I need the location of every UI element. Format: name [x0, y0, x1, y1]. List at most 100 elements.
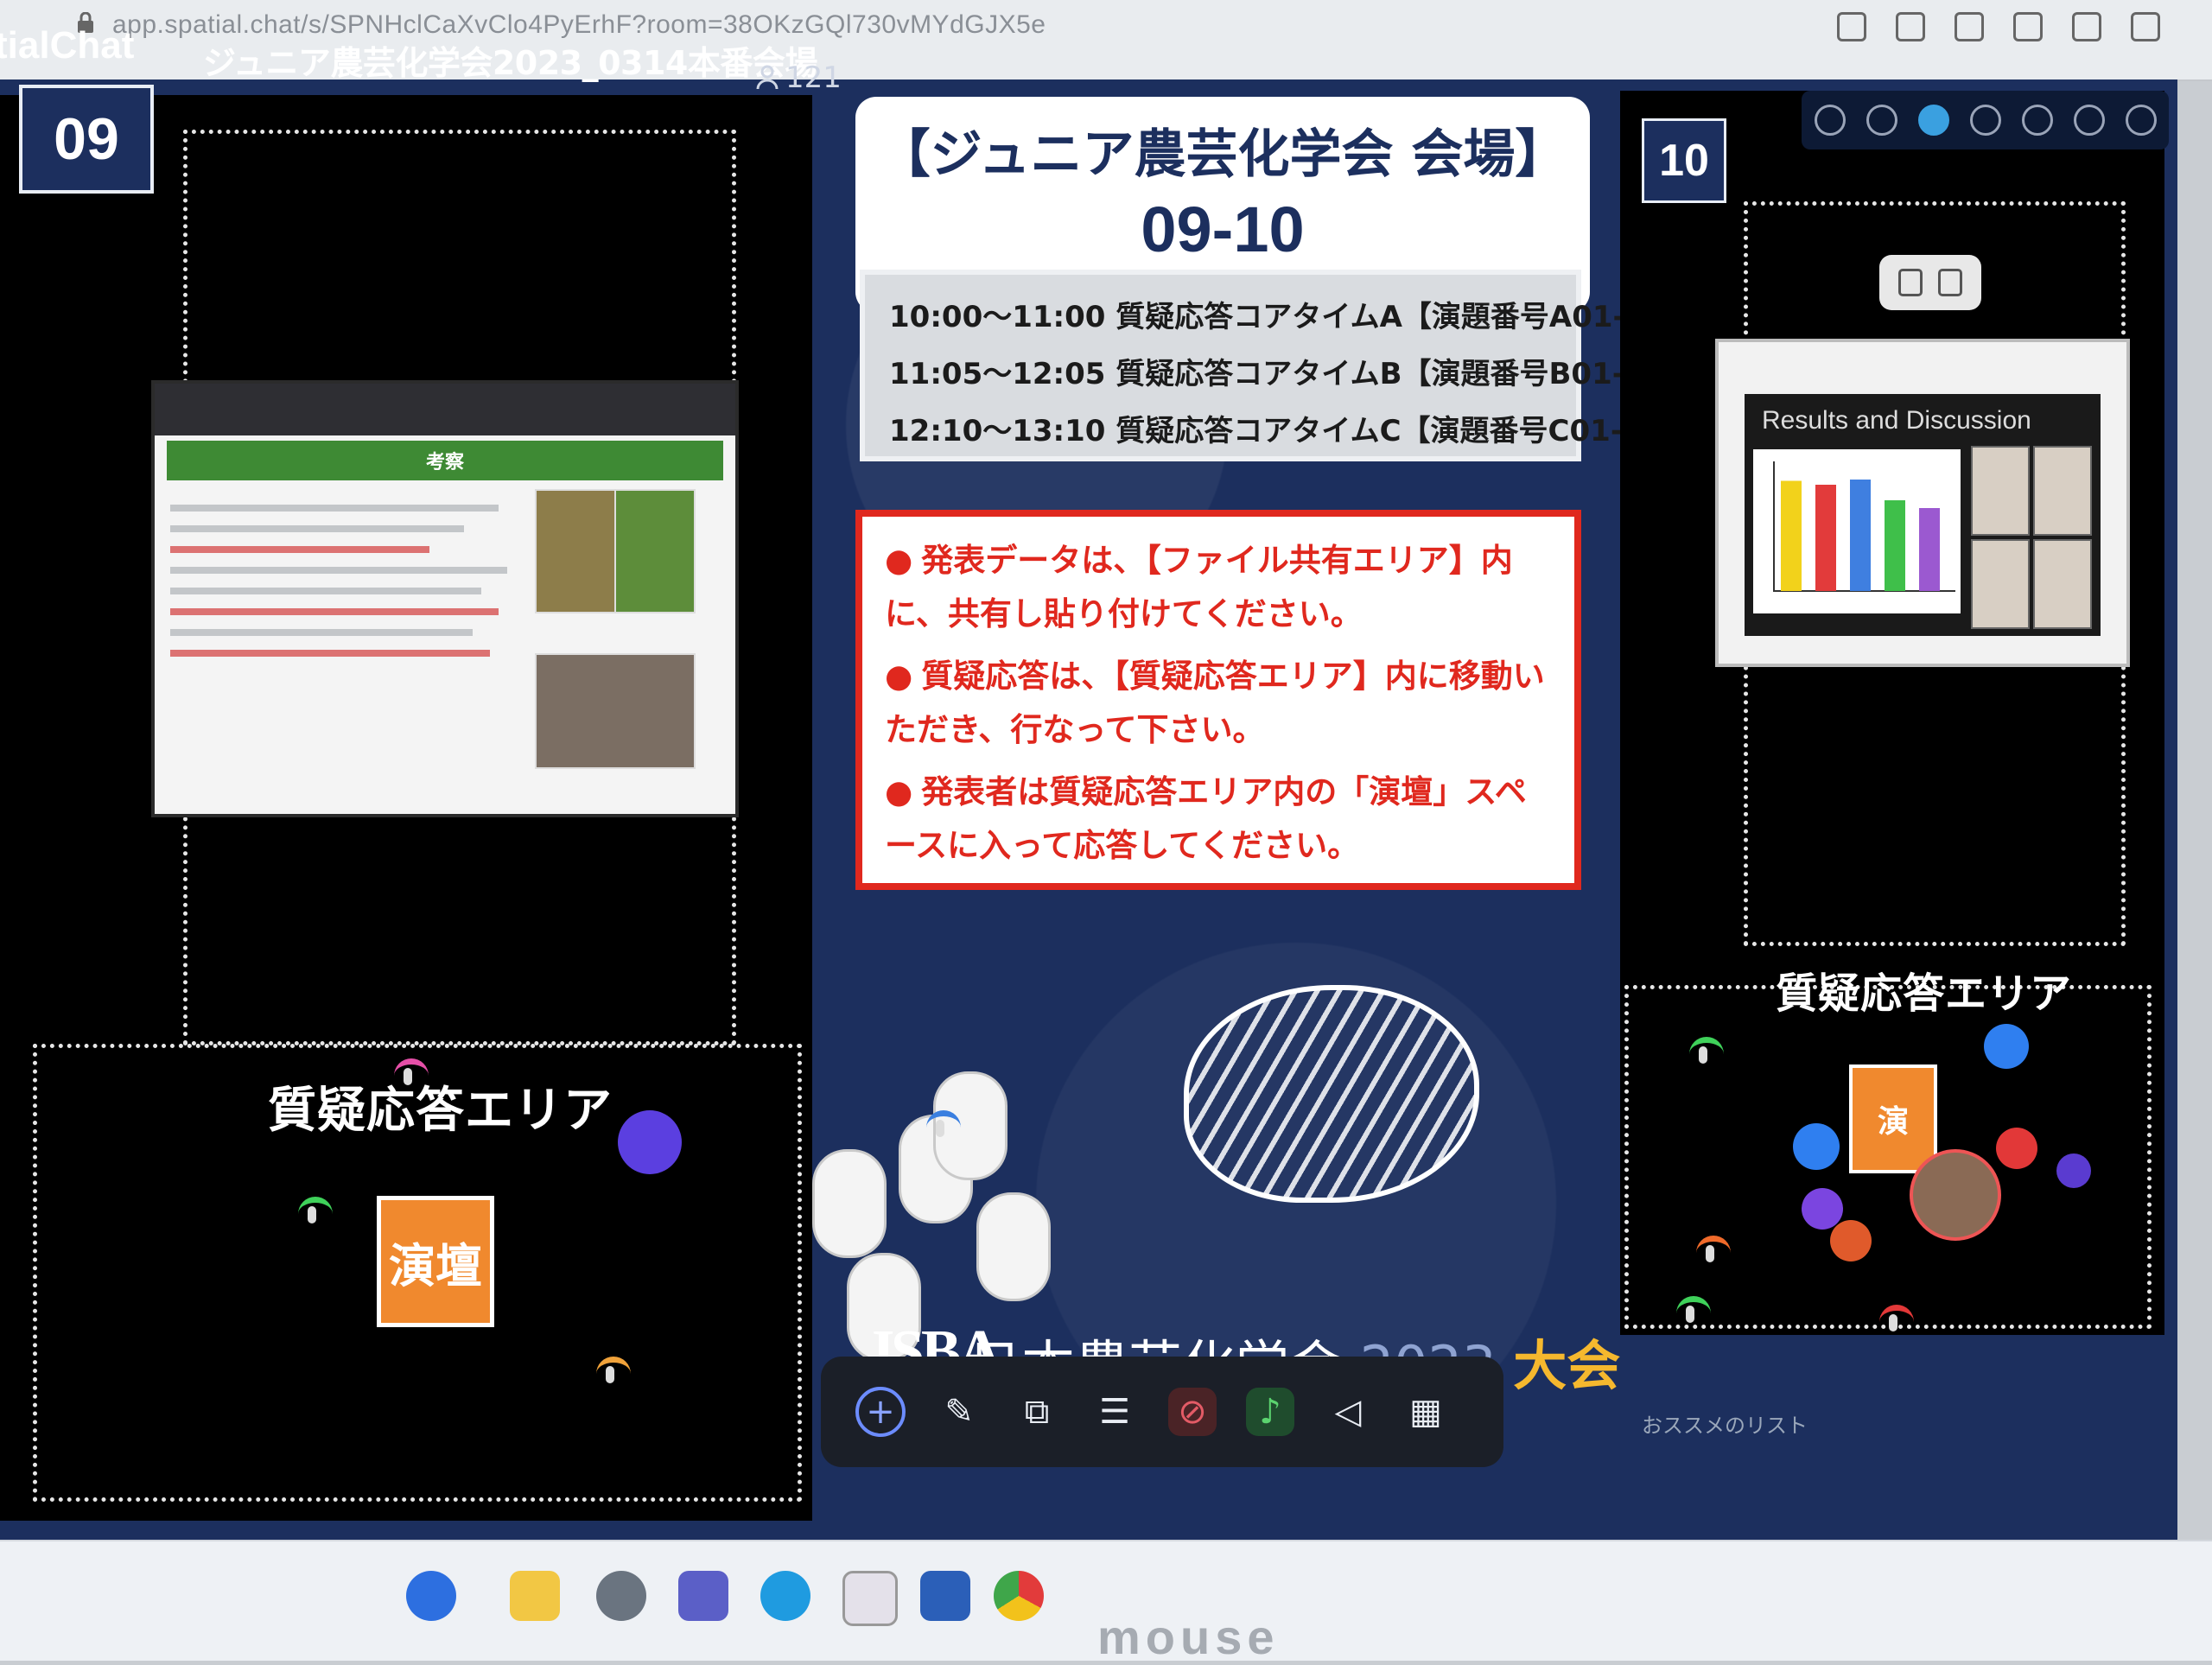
- extension-icons: [1837, 12, 2160, 41]
- laptop-brand: mouse: [1097, 1610, 1280, 1664]
- chrome-icon[interactable]: [994, 1571, 1044, 1621]
- notice-text: 発表データは、【ファイル共有エリア】内に、共有し貼り付けてください。: [885, 542, 1513, 632]
- slide-text-line: [170, 588, 481, 594]
- apps-grid-icon[interactable]: ▦: [1402, 1388, 1450, 1436]
- media-player-icon[interactable]: [596, 1571, 646, 1621]
- participant-mic-icon[interactable]: [596, 1357, 631, 1391]
- slide-text-line: [170, 525, 464, 532]
- account-icon[interactable]: [1917, 105, 1949, 136]
- chart-bar: [1781, 480, 1802, 591]
- participant-mic-icon[interactable]: [394, 1058, 429, 1093]
- slide-text-line: [170, 629, 473, 636]
- schedule-row: 12:10～13:10 質疑応答コアタイムC【演題番号C01-C28】: [889, 414, 1715, 448]
- participant-avatar[interactable]: [1996, 1128, 2037, 1169]
- cast-icon[interactable]: [1837, 12, 1866, 41]
- slide-photo: [535, 489, 616, 613]
- lantern-decoration: [812, 1149, 887, 1258]
- participant-avatar[interactable]: [2056, 1153, 2091, 1188]
- user-icon: [756, 65, 779, 90]
- slide-photo: [535, 653, 696, 769]
- edge-icon[interactable]: [760, 1571, 810, 1621]
- participant-mic-icon[interactable]: [1879, 1305, 1914, 1339]
- slide-text-line: [170, 505, 499, 512]
- slide-photo: [1971, 539, 2030, 629]
- participant-avatar[interactable]: [1984, 1024, 2029, 1069]
- chat-icon[interactable]: ☰: [1090, 1388, 1139, 1436]
- slide-area: Results and Discussion: [1745, 394, 2101, 636]
- top-right-toolbar: [1802, 91, 2169, 149]
- file-explorer-icon[interactable]: [510, 1571, 560, 1621]
- venue-title: 【ジュニア農芸化学会 会場】: [878, 124, 1567, 185]
- slide-photo: [2033, 446, 2092, 536]
- participant-mic-icon[interactable]: [298, 1197, 333, 1231]
- room-title: ジュニア農芸化学会2023_0314本番会場: [203, 44, 817, 82]
- user-count[interactable]: 121: [756, 60, 842, 95]
- notice-bullet: ●: [885, 773, 913, 810]
- fullscreen-icon[interactable]: [2125, 105, 2157, 136]
- chart-bar: [1815, 485, 1836, 591]
- slide-body: [155, 480, 735, 769]
- participant-avatar[interactable]: [1830, 1220, 1872, 1261]
- delete-icon[interactable]: [1898, 269, 1923, 296]
- app-brand: tialChat: [0, 24, 135, 67]
- add-icon[interactable]: +: [855, 1387, 906, 1437]
- participant-mic-icon[interactable]: [1696, 1236, 1731, 1270]
- settings-icon[interactable]: [1814, 105, 1846, 136]
- stage-badge-10[interactable]: 演: [1849, 1064, 1937, 1173]
- sidebar-icon[interactable]: [2072, 12, 2101, 41]
- share-icon[interactable]: [1955, 12, 1984, 41]
- schedule-row: 11:05～12:05 質疑応答コアタイムB【演題番号B01-B27】: [889, 357, 1718, 391]
- teams-icon[interactable]: [678, 1571, 728, 1621]
- participant-avatar[interactable]: [618, 1110, 682, 1174]
- screen-share-icon[interactable]: ⧉: [1013, 1388, 1061, 1436]
- notice-item: ● 発表者は質疑応答エリア内の「演壇」スペースに入って応答してください。: [885, 766, 1552, 873]
- venue-booth-range: 09-10: [1141, 194, 1305, 265]
- star-icon[interactable]: [2013, 12, 2043, 41]
- results-bar-chart: [1753, 449, 1961, 613]
- stage-badge-09[interactable]: 演壇: [377, 1196, 494, 1327]
- schedule-panel: 10:00～11:00 質疑応答コアタイムA【演題番号A01-A28】 11:0…: [860, 270, 1718, 461]
- participant-mic-icon[interactable]: [1676, 1296, 1711, 1331]
- word-icon[interactable]: [920, 1571, 970, 1621]
- media-controls: [1879, 255, 1981, 310]
- slide-text-line: [170, 567, 507, 574]
- slide-text-line: [170, 546, 429, 553]
- slide-photo: [1971, 446, 2030, 536]
- okonomiyaki-illustration: [1184, 985, 1479, 1203]
- people-icon[interactable]: [2021, 105, 2053, 136]
- notice-text: 質疑応答は、【質疑応答エリア】内に移動いただき、行なって下さい。: [885, 658, 1545, 748]
- booth-number-09: 09: [19, 85, 154, 194]
- info-icon[interactable]: [1938, 269, 1962, 296]
- participant-mic-icon[interactable]: [1689, 1037, 1724, 1071]
- address-bar[interactable]: app.spatial.chat/s/SPNHclCaXvClo4PyErhF?…: [112, 10, 1046, 40]
- participant-avatar[interactable]: [1793, 1123, 1840, 1170]
- status-text: おススメのリスト: [1642, 1414, 1808, 1438]
- slide-text-line: [170, 608, 499, 615]
- chart-bar: [1885, 500, 1905, 591]
- translate-icon[interactable]: [1896, 12, 1925, 41]
- user-count-value: 121: [785, 60, 842, 95]
- bing-icon[interactable]: [406, 1571, 456, 1621]
- camera-off-icon[interactable]: ⊘: [1168, 1388, 1217, 1436]
- society-suffix: 大会: [1513, 1334, 1621, 1397]
- screen-share-10[interactable]: Results and Discussion: [1715, 339, 2130, 667]
- layers-icon[interactable]: [2073, 105, 2105, 136]
- booth-number-10: 10: [1642, 118, 1726, 203]
- notice-item: ● 発表データは、【ファイル共有エリア】内に、共有し貼り付けてください。: [885, 534, 1552, 641]
- participant-avatar[interactable]: [1910, 1149, 2001, 1241]
- record-icon[interactable]: [1969, 105, 2001, 136]
- megaphone-icon[interactable]: ◁: [1324, 1388, 1372, 1436]
- notice-bullet: ●: [885, 542, 913, 579]
- bottom-control-bar: + ✎ ⧉ ☰ ⊘ ♪ ◁ ▦: [821, 1357, 1503, 1467]
- lantern-decoration: [976, 1192, 1051, 1301]
- info-icon[interactable]: [1866, 105, 1897, 136]
- slide-photo: [2033, 539, 2092, 629]
- profile-icon[interactable]: [2131, 12, 2160, 41]
- shared-window-toolbar: [155, 384, 735, 435]
- screen-share-09[interactable]: 考察: [151, 380, 739, 817]
- pen-icon[interactable]: ✎: [935, 1388, 983, 1436]
- notepad-icon[interactable]: [842, 1571, 898, 1626]
- participant-mic-icon[interactable]: [926, 1110, 961, 1145]
- participant-avatar[interactable]: [1802, 1188, 1843, 1230]
- microphone-icon[interactable]: ♪: [1246, 1388, 1294, 1436]
